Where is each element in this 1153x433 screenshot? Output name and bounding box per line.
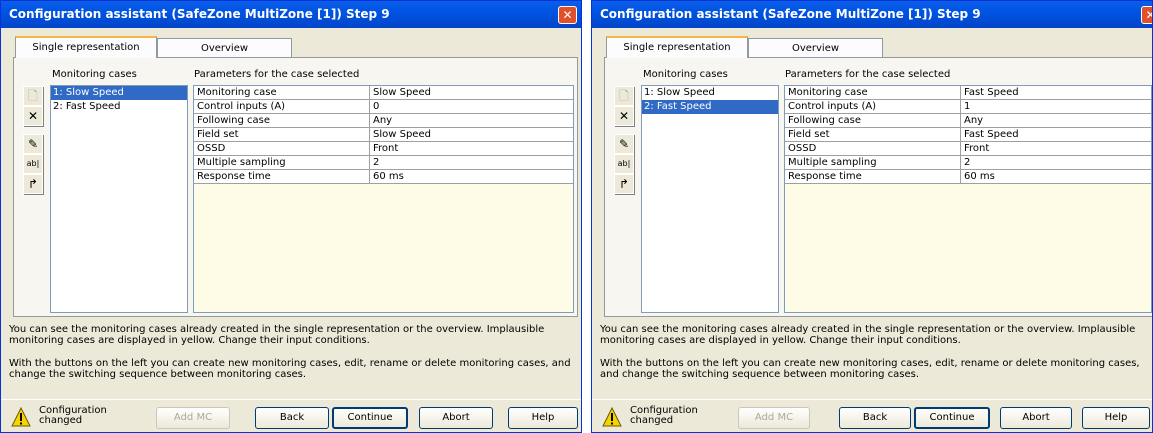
param-key: OSSD (785, 142, 961, 156)
back-button[interactable]: Back (255, 407, 329, 429)
monitoring-cases-list[interactable]: 1: Slow Speed 2: Fast Speed (641, 85, 779, 313)
sequence-icon[interactable]: ↱ (614, 174, 634, 194)
new-mc-icon[interactable]: 🗋 (614, 86, 634, 106)
delete-icon[interactable]: ✕ (23, 106, 43, 126)
params-table: Monitoring case Fast Speed Control inputs… (784, 85, 1152, 313)
param-value: 2 (370, 156, 573, 170)
param-value: Any (370, 114, 573, 128)
new-mc-icon[interactable]: 🗋 (23, 86, 43, 106)
add-mc-button[interactable]: Add MC (738, 407, 810, 429)
list-item[interactable]: 1: Slow Speed (642, 86, 778, 100)
param-key: OSSD (194, 142, 370, 156)
help-button[interactable]: Help (508, 407, 578, 429)
params-table: Monitoring case Slow Speed Control inputs… (193, 85, 574, 313)
param-key: Multiple sampling (785, 156, 961, 170)
param-value: Fast Speed (961, 128, 1151, 142)
table-row: Field set Fast Speed (785, 128, 1151, 142)
rename-icon[interactable]: ab| (614, 154, 634, 174)
table-row: OSSD Front (785, 142, 1151, 156)
abort-button[interactable]: Abort (1000, 407, 1072, 429)
status-text: Configuration changed (630, 406, 698, 426)
help-button[interactable]: Help (1082, 407, 1150, 429)
status-line: changed (630, 415, 674, 426)
sequence-icon[interactable]: ↱ (23, 174, 43, 194)
tab-single-representation[interactable]: Single representation (606, 36, 748, 58)
back-button[interactable]: Back (839, 407, 911, 429)
list-item[interactable]: 2: Fast Speed (51, 100, 187, 114)
table-row: Multiple sampling 2 (785, 156, 1151, 170)
info-paragraph: With the buttons on the left you can cre… (600, 358, 1140, 380)
param-key: Monitoring case (194, 86, 370, 100)
edit-icon[interactable]: ✎ (23, 134, 43, 154)
table-row: Field set Slow Speed (194, 128, 573, 142)
table-row: Control inputs (A) 0 (194, 100, 573, 114)
param-key: Field set (194, 128, 370, 142)
warning-icon (11, 407, 31, 427)
table-row: Response time 60 ms (194, 170, 573, 184)
param-value: Slow Speed (370, 128, 573, 142)
close-icon[interactable]: ✕ (558, 6, 577, 24)
status-text: Configuration changed (39, 406, 107, 426)
param-value: Fast Speed (961, 86, 1151, 100)
button-bar: Configuration changed Add MC Back Contin… (1, 399, 581, 432)
continue-button[interactable]: Continue (914, 407, 990, 429)
param-key: Response time (194, 170, 370, 184)
params-label: Parameters for the case selected (785, 69, 951, 80)
param-key: Following case (194, 114, 370, 128)
window-title: Configuration assistant (SafeZone MultiZ… (592, 1, 1152, 28)
param-key: Field set (785, 128, 961, 142)
delete-icon[interactable]: ✕ (614, 106, 634, 126)
params-label: Parameters for the case selected (194, 69, 360, 80)
param-value: 60 ms (370, 170, 573, 184)
monitoring-cases-label: Monitoring cases (643, 69, 728, 80)
table-row: Following case Any (194, 114, 573, 128)
table-row: Response time 60 ms (785, 170, 1151, 184)
monitoring-cases-label: Monitoring cases (52, 69, 137, 80)
rename-icon[interactable]: ab| (23, 154, 43, 174)
config-assistant-window-2: Configuration assistant (SafeZone MultiZ… (591, 0, 1153, 433)
monitoring-cases-list[interactable]: 1: Slow Speed 2: Fast Speed (50, 85, 188, 313)
param-value: 2 (961, 156, 1151, 170)
list-item[interactable]: 1: Slow Speed (51, 86, 187, 100)
param-key: Following case (785, 114, 961, 128)
table-row: Monitoring case Slow Speed (194, 86, 573, 100)
warning-icon (602, 407, 622, 427)
param-value: 0 (370, 100, 573, 114)
window-title: Configuration assistant (SafeZone MultiZ… (1, 1, 581, 28)
param-key: Response time (785, 170, 961, 184)
param-value: Slow Speed (370, 86, 573, 100)
param-value: Any (961, 114, 1151, 128)
config-assistant-window-1: Configuration assistant (SafeZone MultiZ… (0, 0, 582, 433)
close-icon[interactable]: ✕ (1141, 6, 1152, 24)
table-row: Control inputs (A) 1 (785, 100, 1151, 114)
continue-button[interactable]: Continue (332, 407, 408, 429)
param-key: Control inputs (A) (785, 100, 961, 114)
button-bar: Configuration changed Add MC Back Contin… (592, 399, 1152, 432)
param-value: Front (961, 142, 1151, 156)
param-value: 1 (961, 100, 1151, 114)
tab-overview[interactable]: Overview (748, 38, 883, 58)
tab-overview[interactable]: Overview (157, 38, 292, 58)
info-text: You can see the monitoring cases already… (600, 324, 1152, 392)
param-key: Multiple sampling (194, 156, 370, 170)
table-row: Multiple sampling 2 (194, 156, 573, 170)
info-text: You can see the monitoring cases already… (9, 324, 575, 392)
param-key: Monitoring case (785, 86, 961, 100)
status-line: changed (39, 415, 83, 426)
info-paragraph: You can see the monitoring cases already… (600, 324, 1136, 346)
abort-button[interactable]: Abort (419, 407, 493, 429)
param-value: 60 ms (961, 170, 1151, 184)
param-key: Control inputs (A) (194, 100, 370, 114)
table-row: OSSD Front (194, 142, 573, 156)
param-value: Front (370, 142, 573, 156)
add-mc-button[interactable]: Add MC (156, 407, 230, 429)
table-row: Monitoring case Fast Speed (785, 86, 1151, 100)
list-item[interactable]: 2: Fast Speed (642, 100, 778, 114)
info-paragraph: You can see the monitoring cases already… (9, 324, 545, 346)
info-paragraph: With the buttons on the left you can cre… (9, 358, 571, 380)
tab-single-representation[interactable]: Single representation (15, 36, 157, 58)
table-row: Following case Any (785, 114, 1151, 128)
edit-icon[interactable]: ✎ (614, 134, 634, 154)
